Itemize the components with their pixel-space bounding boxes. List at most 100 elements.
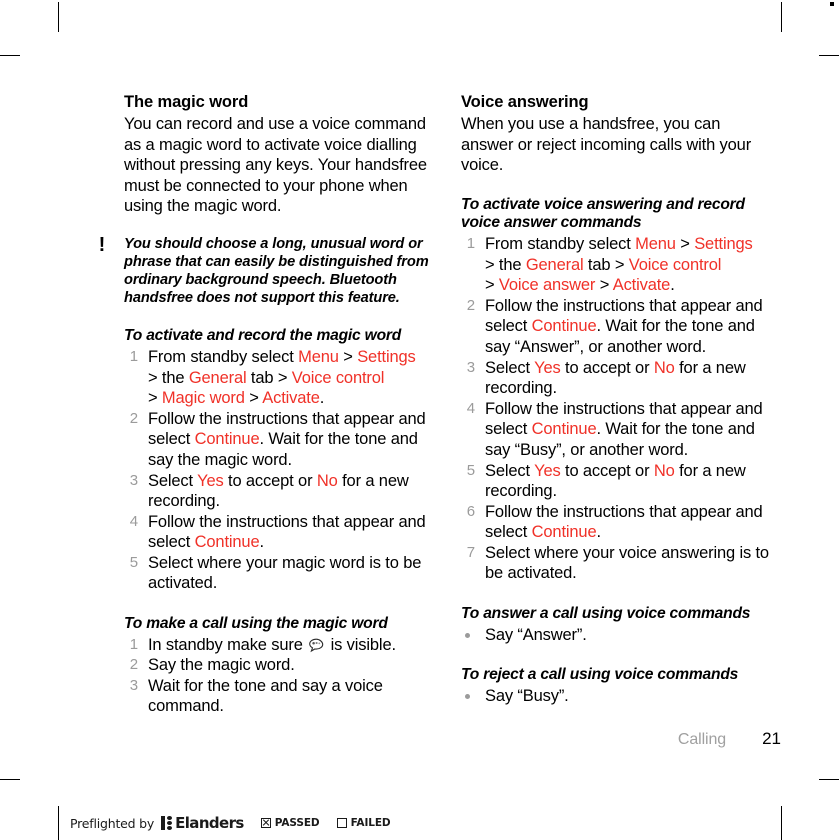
step-number: 7	[466, 543, 475, 561]
bullets-reject-call: Say “Busy”.	[461, 686, 771, 707]
ui-term: General	[188, 368, 247, 387]
step-number: 2	[129, 409, 138, 427]
numbered-step: 3 Select Yes to accept or No for a new re…	[124, 471, 434, 512]
step-text: tab >	[583, 255, 629, 274]
ui-term: No	[316, 471, 338, 490]
ui-term: Voice answer	[498, 276, 596, 295]
bullet-item: Say “Busy”.	[461, 686, 771, 707]
step-text: From standby select	[148, 347, 299, 366]
manual-page: The magic word You can record and use a …	[0, 0, 839, 840]
step-text: In standby make sure	[148, 635, 308, 654]
preflight-failed-checkbox[interactable]: FAILED	[336, 817, 391, 829]
left-column: The magic word You can record and use a …	[99, 92, 434, 717]
ui-term: Yes	[534, 358, 561, 377]
page-footer: Calling 21	[124, 729, 781, 750]
ui-term: Settings	[694, 234, 753, 253]
ui-term: Menu	[298, 347, 339, 366]
step-number: 4	[129, 512, 138, 530]
intro-paragraph-voice-answering: When you use a handsfree, you can answer…	[461, 115, 752, 175]
step-text: .	[259, 533, 265, 552]
step-text: Follow the instructions that appear and …	[485, 502, 763, 542]
step-number: 1	[129, 635, 138, 653]
step-text: >	[485, 276, 499, 295]
bullet-dot-icon	[465, 632, 470, 638]
numbered-step: 3 Select Yes to accept or No for a new re…	[461, 358, 771, 399]
step-number: 6	[466, 502, 475, 520]
step-text: >	[244, 389, 263, 408]
ui-term: Menu	[635, 234, 676, 253]
footer-page-number: 21	[762, 729, 781, 748]
checkbox-checked-icon[interactable]	[260, 818, 271, 828]
speech-bubble-icon	[308, 638, 325, 653]
procedure-heading-answer-call: To answer a call using voice commands	[461, 605, 751, 623]
step-number: 2	[466, 296, 475, 314]
step-number: 2	[129, 656, 138, 674]
preflight-passed-checkbox[interactable]: PASSED	[260, 817, 320, 829]
bullet-item: Say “Answer”.	[461, 625, 771, 646]
bullet-text: Say “Answer”.	[485, 625, 587, 644]
numbered-step: 1 In standby make sure is visible.	[124, 635, 434, 656]
ui-term: Continue	[531, 523, 597, 542]
step-text: Select	[148, 471, 198, 490]
ui-term: Yes	[197, 471, 224, 490]
bullets-answer-call: Say “Answer”.	[461, 625, 771, 646]
step-text: .	[596, 523, 602, 542]
numbered-step: 6 Follow the instructions that appear and…	[461, 502, 771, 543]
step-text: Select	[485, 461, 535, 480]
step-text: >	[338, 347, 358, 366]
procedure-heading-activate-voice-answering: To activate voice answering and record v…	[461, 195, 745, 232]
ui-term: Magic word	[161, 389, 245, 408]
step-text: > the	[485, 255, 526, 274]
step-text: tab >	[246, 368, 292, 387]
right-column: Voice answering When you use a handsfree…	[461, 92, 771, 706]
ui-term: No	[653, 358, 675, 377]
steps-activate-magic-word: 1 From standby select Menu > Settings > th…	[124, 347, 434, 594]
preflight-label: Preflighted by	[70, 815, 155, 831]
ui-term: No	[653, 461, 675, 480]
ui-term: Settings	[357, 347, 416, 366]
note-text: You should choose a long, unusual word o…	[124, 235, 429, 307]
bullet-text: Say “Busy”.	[485, 686, 569, 705]
numbered-step: 4 Follow the instructions that appear and…	[124, 512, 434, 553]
ui-term: Continue	[194, 430, 260, 449]
steps-call-magic-word: 1 In standby make sure is visible. 2 Say th…	[124, 635, 434, 717]
step-number: 1	[129, 347, 138, 365]
numbered-step: 5 Select Yes to accept or No for a new re…	[461, 461, 771, 502]
numbered-step: 3 Wait for the tone and say a voice comma…	[124, 676, 434, 717]
step-text: .	[319, 389, 325, 408]
step-text: Follow the instructions that appear and …	[148, 512, 426, 552]
step-text: From standby select	[485, 234, 636, 253]
numbered-step: 4 Follow the instructions that appear and…	[461, 399, 771, 461]
section-title-voice-answering: Voice answering	[461, 93, 589, 111]
page-title: The magic word	[124, 93, 249, 111]
ui-term: Continue	[531, 317, 597, 336]
procedure-heading-activate-magic-word: To activate and record the magic word	[124, 327, 402, 345]
ui-term: Activate	[262, 389, 320, 408]
bullet-dot-icon	[465, 693, 470, 699]
step-text: Select where your voice answering is to …	[485, 543, 769, 583]
numbered-step: 2 Follow the instructions that appear and…	[124, 409, 434, 471]
steps-activate-voice-answering: 1 From standby select Menu > Settings > th…	[461, 234, 771, 584]
ui-term: Voice control	[628, 255, 722, 274]
numbered-step: 1 From standby select Menu > Settings > th…	[124, 347, 434, 409]
checkbox-unchecked-icon[interactable]	[336, 818, 347, 828]
step-number: 1	[466, 234, 475, 252]
ui-term: Yes	[534, 461, 561, 480]
step-text: to accept or	[560, 358, 654, 377]
elanders-wordmark: Elanders	[175, 814, 244, 832]
preflight-passed-label: PASSED	[274, 817, 320, 829]
step-text: >	[148, 389, 162, 408]
intro-paragraph: You can record and use a voice command a…	[124, 115, 427, 216]
note-callout: ! You should choose a long, unusual word…	[99, 235, 434, 307]
elanders-logo-icon: Elanders	[161, 814, 244, 832]
procedure-heading-reject-call: To reject a call using voice commands	[461, 666, 739, 684]
numbered-step: 2 Say the magic word.	[124, 655, 434, 676]
exclamation-icon: !	[98, 233, 106, 256]
ui-term: Activate	[612, 276, 671, 295]
step-text: Select	[485, 358, 535, 377]
step-number: 3	[129, 471, 138, 489]
numbered-step: 5 Select where your magic word is to be a…	[124, 553, 434, 594]
step-text: >	[675, 234, 695, 253]
numbered-step: 1 From standby select Menu > Settings > th…	[461, 234, 771, 296]
numbered-step: 2 Follow the instructions that appear and…	[461, 296, 771, 358]
